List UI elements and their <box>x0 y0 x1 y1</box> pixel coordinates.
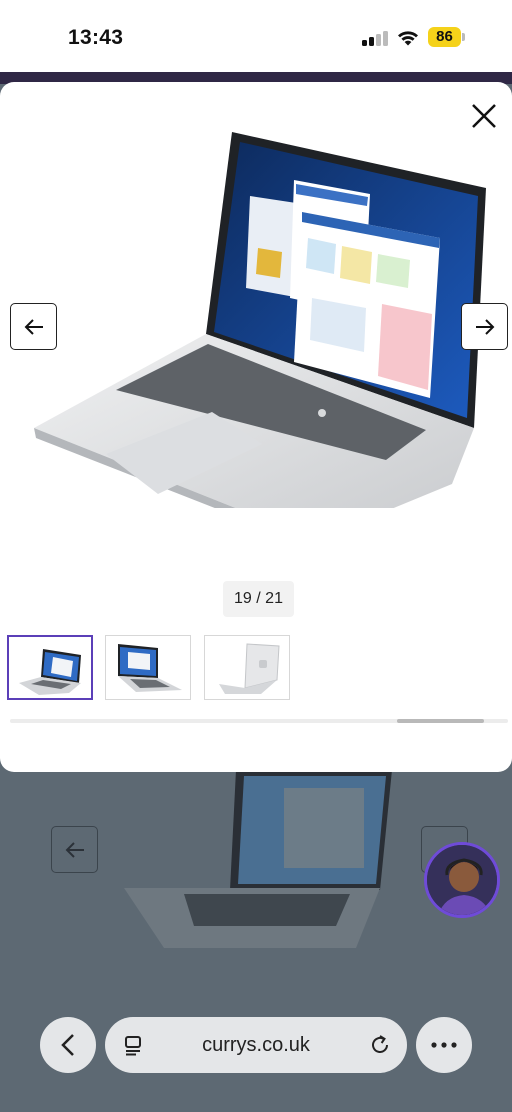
product-image-gallery-modal: 19 / 21 <box>0 82 512 772</box>
cellular-signal-icon <box>362 30 390 46</box>
status-time: 13:43 <box>68 26 124 49</box>
main-product-image <box>34 132 486 508</box>
close-icon <box>472 104 496 128</box>
battery-icon: 86 <box>428 27 466 47</box>
more-dots-icon <box>431 1042 457 1048</box>
thumbnail-laptop-front[interactable] <box>105 635 191 700</box>
status-bar: 13:43 86 <box>0 0 512 74</box>
address-bar[interactable]: currys.co.uk <box>105 1017 407 1073</box>
thumbnail-scrollbar-thumb[interactable] <box>397 719 484 723</box>
arrow-left-icon <box>24 318 43 335</box>
previous-image-button[interactable] <box>10 303 57 350</box>
chat-assistant-avatar[interactable] <box>424 842 500 918</box>
next-image-button[interactable] <box>461 303 508 350</box>
wifi-icon <box>398 31 418 46</box>
bg-prev-arrow-icon <box>51 826 98 873</box>
battery-level: 86 <box>436 28 453 45</box>
thumbnail-laptop-lid-closed-back[interactable] <box>204 635 290 700</box>
thumbnail-laptop-front-angle[interactable] <box>7 635 93 700</box>
bg-laptop-image <box>124 770 392 948</box>
arrow-right-icon <box>475 318 494 335</box>
image-counter: 19 / 21 <box>223 581 294 617</box>
thumbnail-scrollbar[interactable] <box>10 719 508 723</box>
url-text: currys.co.uk <box>202 1034 310 1056</box>
chevron-left-icon <box>61 1034 74 1056</box>
browser-more-button[interactable] <box>416 1017 472 1073</box>
browser-back-button[interactable] <box>40 1017 96 1073</box>
reload-icon[interactable] <box>368 1033 392 1057</box>
